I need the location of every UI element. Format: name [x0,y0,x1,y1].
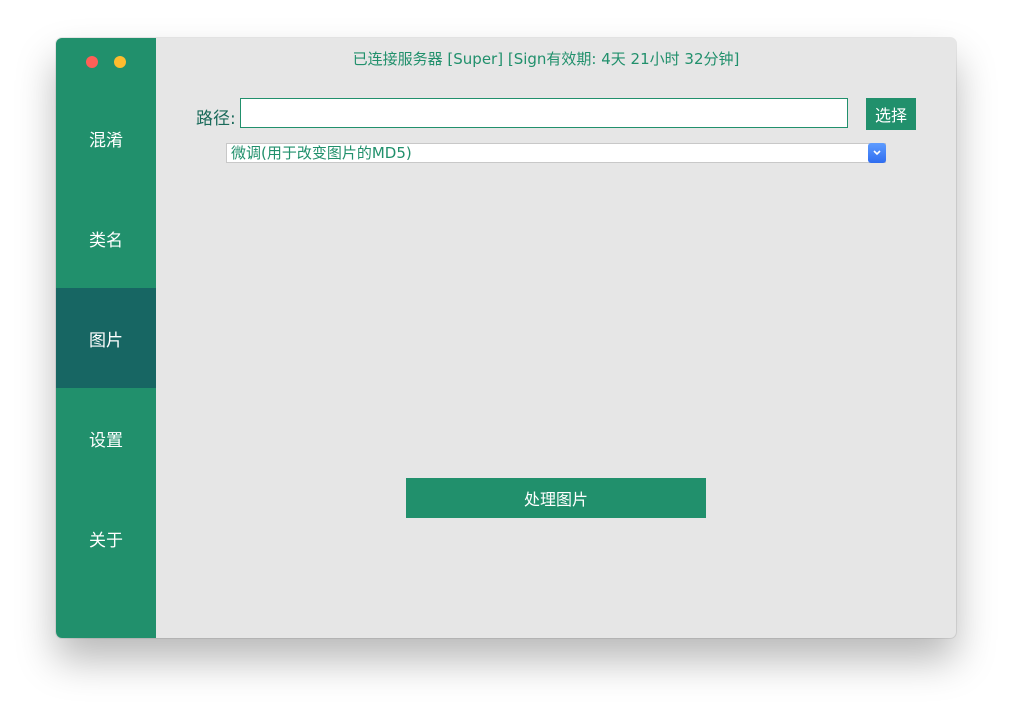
sidebar-item-label: 图片 [89,330,123,351]
app-window: 混淆 类名 图片 设置 关于 已连接服务器 [Super] [Sign有效期: … [56,38,956,638]
mode-select[interactable]: 微调(用于改变图片的MD5) [226,143,886,163]
path-label: 路径: [196,109,236,129]
sidebar-item-label: 类名 [89,230,123,251]
sidebar-item-label: 设置 [89,430,123,451]
close-window-icon[interactable] [86,56,98,68]
sidebar-item-classname[interactable]: 类名 [56,188,156,288]
sidebar-item-label: 关于 [89,530,123,551]
sidebar: 混淆 类名 图片 设置 关于 [56,38,156,638]
main-content: 已连接服务器 [Super] [Sign有效期: 4天 21小时 32分钟] 路… [156,38,956,638]
mode-select-value: 微调(用于改变图片的MD5) [231,144,412,162]
select-path-button[interactable]: 选择 [866,98,916,130]
minimize-window-icon[interactable] [114,56,126,68]
process-image-button[interactable]: 处理图片 [406,478,706,518]
path-input[interactable] [240,98,848,128]
connection-status: 已连接服务器 [Super] [Sign有效期: 4天 21小时 32分钟] [352,50,740,68]
sidebar-item-settings[interactable]: 设置 [56,388,156,488]
chevron-down-icon[interactable] [868,143,886,163]
sidebar-item-about[interactable]: 关于 [56,488,156,588]
sidebar-item-image[interactable]: 图片 [56,288,156,388]
sidebar-item-label: 混淆 [89,130,123,151]
sidebar-item-obfuscate[interactable]: 混淆 [56,88,156,188]
